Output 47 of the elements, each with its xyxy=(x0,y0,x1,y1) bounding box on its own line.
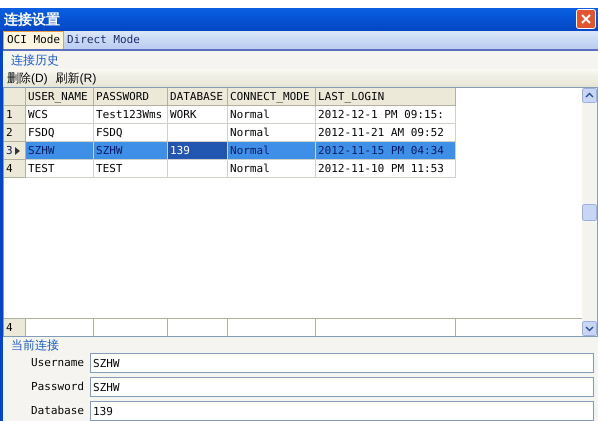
column-header[interactable]: DATABASE xyxy=(168,88,228,106)
table-cell: WORK xyxy=(168,106,228,124)
corner-cell xyxy=(4,88,26,106)
close-button[interactable] xyxy=(576,9,596,30)
row-number: 4 xyxy=(6,160,13,176)
scroll-down-icon[interactable] xyxy=(582,321,597,336)
table-cell: Normal xyxy=(228,142,316,160)
table-cell: 2012-12-1 PM 09:15: xyxy=(316,106,456,124)
table-row[interactable]: 4 TEST TEST Normal 2012-11-10 PM 11:53 xyxy=(4,160,456,178)
toolbar-button[interactable]: 删除(D) xyxy=(7,70,48,86)
table-cell: Test123Wms xyxy=(94,106,168,124)
table-cell: 2012-11-15 PM 04:34 xyxy=(316,142,456,160)
footer-count: 4 xyxy=(4,319,26,336)
toolbar-button[interactable]: 刷新(R) xyxy=(56,70,96,86)
field-label: Database xyxy=(31,402,85,419)
group-title: 当前连接 xyxy=(10,337,60,353)
column-header[interactable]: LAST_LOGIN xyxy=(316,88,456,106)
column-header[interactable]: PASSWORD xyxy=(94,88,168,106)
scroll-up-icon[interactable] xyxy=(582,88,597,103)
table-cell: 139 xyxy=(168,142,228,160)
row-number: 3 xyxy=(6,142,13,158)
window-title: 连接设置 xyxy=(4,10,60,29)
tab[interactable]: Direct Mode xyxy=(64,31,143,49)
field-label: Username xyxy=(31,354,85,371)
tab[interactable]: OCI Mode xyxy=(3,31,64,49)
close-icon xyxy=(581,14,591,24)
table-cell: Normal xyxy=(228,106,316,124)
table-row[interactable]: 1 WCS Test123Wms WORK Normal 2012-12-1 PM 09:15: xyxy=(4,106,456,124)
table-cell: TEST xyxy=(94,160,168,178)
scrollbar[interactable] xyxy=(582,88,597,336)
column-header[interactable]: USER_NAME xyxy=(26,88,94,106)
input-field[interactable]: SZHW xyxy=(90,377,594,397)
row-number: 2 xyxy=(6,124,13,140)
table-cell: Normal xyxy=(228,160,316,178)
input-field[interactable]: 139 xyxy=(90,401,594,421)
table-cell: 2012-11-10 PM 11:53 xyxy=(316,160,456,178)
row-pointer-icon xyxy=(14,146,20,154)
table-cell: WCS xyxy=(26,106,94,124)
scroll-thumb[interactable] xyxy=(582,204,597,220)
table-row[interactable]: 3 SZHW SZHW 139 Normal 2012-11-15 PM 04:34 xyxy=(4,142,456,160)
input-field[interactable]: SZHW xyxy=(90,353,594,373)
table-cell: TEST xyxy=(26,160,94,178)
group-title: 连接历史 xyxy=(10,52,60,69)
column-header[interactable]: CONNECT_MODE xyxy=(228,88,316,106)
row-number: 1 xyxy=(6,106,13,122)
table-cell: SZHW xyxy=(26,142,94,160)
field-label: Password xyxy=(31,378,85,395)
